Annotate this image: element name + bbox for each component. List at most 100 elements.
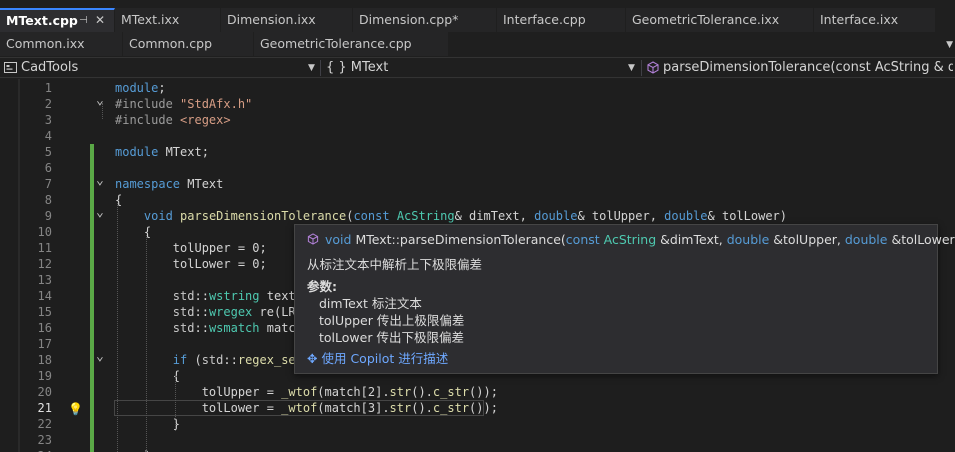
sig-type: AcString <box>603 232 657 247</box>
quickinfo-tooltip: void MText::parseDimensionTolerance(cons… <box>294 224 955 374</box>
line-number: 7 <box>44 177 52 191</box>
code-line[interactable]: 20 tolUpper = _wtof(match[2].str().c_str… <box>0 384 955 400</box>
code-line[interactable]: 💡 21 tolLower = _wtof(match[3].str().c_st… <box>0 400 955 416</box>
change-indicator <box>90 432 94 448</box>
code-line[interactable]: 3 #include <regex> <box>0 112 955 128</box>
navbar-divider <box>641 60 642 76</box>
scope-dropdown[interactable]: { } MText ▼ <box>326 58 638 78</box>
code-line[interactable]: 8{ <box>0 192 955 208</box>
line-number: 4 <box>44 129 52 143</box>
code-line[interactable]: 22 } <box>0 416 955 432</box>
change-indicator <box>90 192 94 208</box>
code-text: tolUpper = _wtof(match[2].str().c_str())… <box>115 385 498 399</box>
line-number: 14 <box>37 289 52 303</box>
code-text: void parseDimensionTolerance(const AcStr… <box>143 209 787 223</box>
chevron-down-icon[interactable]: ⌄ <box>96 350 104 363</box>
tab-label: MText.cpp <box>6 13 78 28</box>
tab-mtext-cpp[interactable]: MText.cpp ⊣ ✕ <box>0 8 115 32</box>
line-number: 24 <box>20 448 52 452</box>
tab-label: Interface.cpp <box>503 12 586 27</box>
code-line[interactable]: 6 <box>0 160 955 176</box>
scope-name: { } MText <box>326 60 389 75</box>
project-dropdown[interactable]: CadTools ▼ <box>4 58 318 78</box>
code-line[interactable]: 24 } <box>0 448 955 452</box>
code-text: std::wsmatch match <box>172 321 303 335</box>
sig-param-2: &tolUpper, <box>769 232 845 247</box>
close-icon[interactable]: ✕ <box>95 10 105 31</box>
copilot-describe-link[interactable]: ✥ 使用 Copilot 进行描述 <box>307 348 448 367</box>
tab-geometrictolerance-cpp[interactable]: GeometricTolerance.cpp <box>254 32 449 56</box>
tab-common-cpp[interactable]: Common.cpp <box>123 32 254 56</box>
tab-mtext-ixx[interactable]: MText.ixx <box>115 8 221 32</box>
change-indicator <box>90 160 94 176</box>
tab-label: MText.ixx <box>121 12 180 27</box>
tab-label: Dimension.ixx <box>227 12 316 27</box>
code-line[interactable]: 7 ⌄ namespace MText <box>0 174 955 192</box>
sparkle-icon: ✥ <box>307 351 318 366</box>
chevron-down-icon[interactable]: ⌄ <box>96 206 104 219</box>
line-number: 13 <box>37 273 52 287</box>
sig-double-1: double <box>726 232 770 247</box>
line-number: 10 <box>37 225 52 239</box>
pin-icon[interactable]: ⊣ <box>79 10 88 31</box>
line-number: 15 <box>37 305 52 319</box>
line-number: 12 <box>37 257 52 271</box>
code-line[interactable]: 9 ⌄ void parseDimensionTolerance(const Ac… <box>0 206 955 224</box>
tooltip-param-tollower: tolLower 传出下极限偏差 <box>319 330 464 345</box>
code-line[interactable]: 4 <box>0 128 955 144</box>
tab-interface-cpp[interactable]: Interface.cpp <box>497 8 626 32</box>
document-tabs-row-2: Common.ixx Common.cpp GeometricTolerance… <box>0 32 955 56</box>
change-indicator <box>90 208 94 224</box>
navbar-divider <box>320 60 321 76</box>
line-number: 19 <box>37 369 52 383</box>
line-number: 16 <box>37 321 52 335</box>
code-text: std::wstring text <box>172 289 296 303</box>
line-number: 2 <box>44 97 52 111</box>
tab-interface-ixx[interactable]: Interface.ixx <box>814 8 936 32</box>
document-tabs-row-1: MText.cpp ⊣ ✕ MText.ixx Dimension.ixx Di… <box>0 8 955 32</box>
method-cube-icon <box>307 233 319 245</box>
code-text: module; <box>115 81 166 95</box>
member-dropdown[interactable]: parseDimensionTolerance(const AcString &… <box>647 58 953 78</box>
lightbulb-icon[interactable]: 💡 <box>68 401 83 417</box>
code-text: } <box>115 417 181 431</box>
line-number: 6 <box>44 161 52 175</box>
navigation-bar: CadTools ▼ { } MText ▼ parseDimensionTol… <box>0 57 955 78</box>
tab-dimension-ixx[interactable]: Dimension.ixx <box>221 8 353 32</box>
code-text: { <box>115 369 181 383</box>
change-indicator <box>90 176 94 192</box>
change-indicator <box>90 256 94 272</box>
change-indicator <box>90 448 94 452</box>
line-number: 1 <box>44 81 52 95</box>
sig-param-3: &tolLower) <box>887 232 955 247</box>
change-indicator <box>90 272 94 288</box>
indent-guide <box>146 231 147 452</box>
tab-dimension-cpp[interactable]: Dimension.cpp* <box>353 8 497 32</box>
method-cube-icon <box>647 61 659 74</box>
line-number: 17 <box>37 337 52 351</box>
code-line[interactable]: 1 module; <box>0 80 955 96</box>
code-line[interactable]: 5 module MText; <box>0 144 955 160</box>
tooltip-summary: 从标注文本中解析上下极限偏差 <box>307 257 483 272</box>
line-number: 9 <box>44 209 52 223</box>
indent-guide <box>175 375 176 431</box>
fold-guide <box>102 103 103 119</box>
project-name: CadTools <box>21 60 79 75</box>
sig-double-2: double <box>844 232 888 247</box>
tab-label: Common.ixx <box>6 36 85 51</box>
tab-geometrictolerance-ixx[interactable]: GeometricTolerance.ixx <box>626 8 814 32</box>
tab-overflow-chevron-icon[interactable]: ▼ <box>946 40 953 50</box>
line-number: 21 <box>37 401 52 415</box>
code-text: module MText; <box>115 145 209 159</box>
code-line[interactable]: 23 <box>0 432 955 448</box>
code-line[interactable]: 2 ⌄ #include "StdAfx.h" <box>0 94 955 112</box>
change-indicator <box>90 400 94 416</box>
code-text: if (std::regex_sea <box>172 353 303 367</box>
code-text: tolLower = 0; <box>115 257 267 271</box>
sig-return-type: void <box>325 232 352 247</box>
change-indicator <box>90 336 94 352</box>
code-text: tolLower = _wtof(match[3].str().c_str())… <box>115 401 498 415</box>
tab-common-ixx[interactable]: Common.ixx <box>0 32 123 56</box>
copilot-link-label: 使用 Copilot 进行描述 <box>321 351 449 366</box>
chevron-down-icon[interactable]: ⌄ <box>96 174 104 187</box>
